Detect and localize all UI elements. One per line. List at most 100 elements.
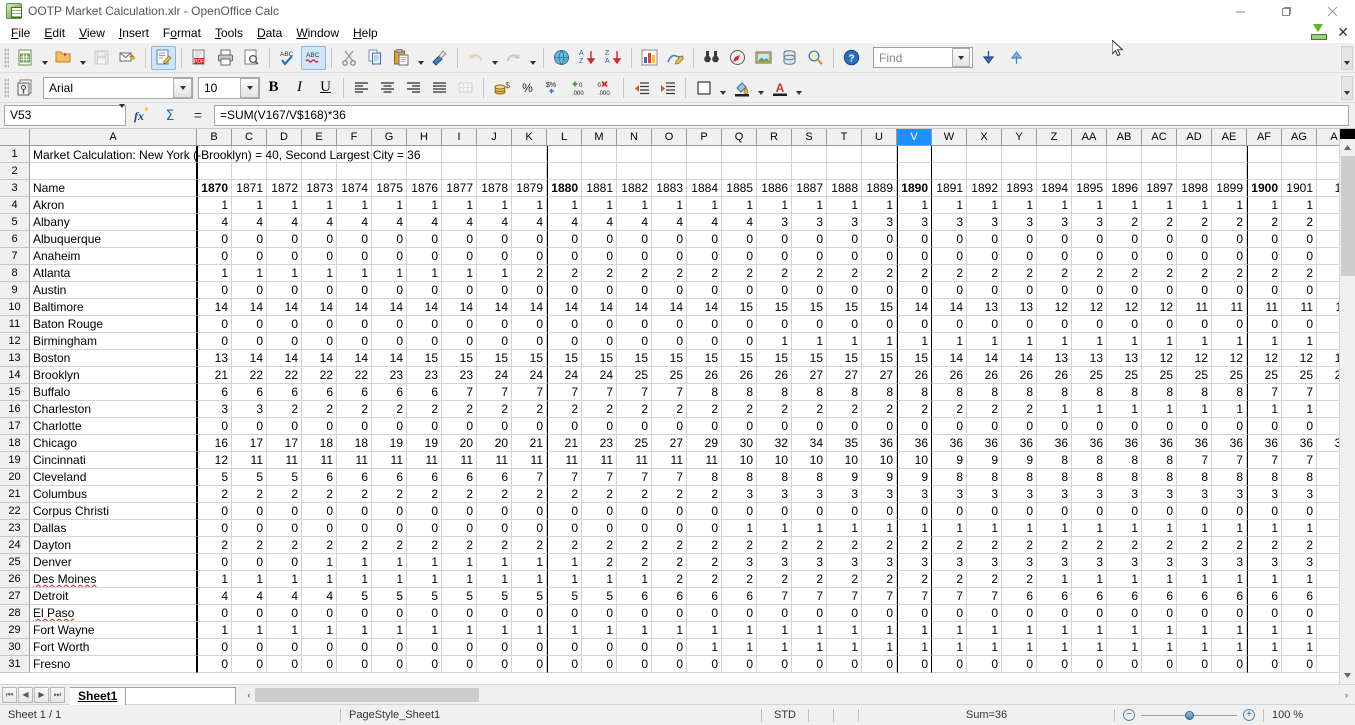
grid-cell[interactable]: 3 — [932, 554, 967, 571]
grid-cell[interactable]: 0 — [267, 282, 302, 299]
grid-cell[interactable]: Atlanta — [30, 265, 197, 282]
grid-cell[interactable]: 2 — [827, 265, 862, 282]
grid-cell[interactable]: 14 — [932, 350, 967, 367]
grid-cell[interactable]: 25 — [652, 367, 687, 384]
grid-cell[interactable]: 0 — [442, 656, 477, 673]
grid-cell[interactable]: 1 — [407, 622, 442, 639]
grid-cell[interactable]: 2 — [267, 537, 302, 554]
grid-cell[interactable]: Albuquerque — [30, 231, 197, 248]
grid-cell[interactable]: 0 — [617, 282, 652, 299]
toolbar-grip[interactable] — [4, 48, 9, 68]
grid-cell[interactable]: Charlotte — [30, 418, 197, 435]
grid-cell[interactable]: 1875 — [372, 180, 407, 197]
grid-cell[interactable]: 0 — [757, 605, 792, 622]
grid-cell[interactable]: 26 — [967, 367, 1002, 384]
grid-cell[interactable]: 1 — [1247, 639, 1282, 656]
grid-cell[interactable]: 1 — [477, 197, 512, 214]
grid-cell[interactable]: 0 — [1002, 418, 1037, 435]
grid-cell[interactable]: 0 — [582, 248, 617, 265]
grid-cell[interactable]: 1 — [582, 197, 617, 214]
grid-cell[interactable]: 13 — [1107, 350, 1142, 367]
grid-cell[interactable]: 4 — [442, 214, 477, 231]
grid-cell[interactable]: 0 — [722, 248, 757, 265]
grid-cell[interactable]: 1 — [407, 554, 442, 571]
column-header-af[interactable]: AF — [1247, 129, 1282, 146]
column-header-n[interactable]: N — [617, 129, 652, 146]
row-header-21[interactable]: 21 — [0, 486, 30, 503]
grid-cell[interactable]: 11 — [512, 452, 547, 469]
grid-cell[interactable]: 0 — [722, 333, 757, 350]
grid-cell[interactable]: 1 — [967, 639, 1002, 656]
grid-cell[interactable]: 0 — [862, 418, 897, 435]
grid-cell[interactable]: 0 — [617, 639, 652, 656]
menu-window[interactable]: Window — [289, 24, 346, 42]
grid-cell[interactable]: 0 — [407, 418, 442, 435]
grid-cell[interactable]: 1 — [442, 554, 477, 571]
grid-cell[interactable]: 27 — [652, 435, 687, 452]
grid-cell[interactable]: 0 — [302, 231, 337, 248]
grid-cell[interactable]: 15 — [862, 299, 897, 316]
grid-cell[interactable]: 0 — [302, 503, 337, 520]
grid-cell[interactable]: 2 — [617, 554, 652, 571]
grid-cell[interactable]: 5 — [582, 588, 617, 605]
grid-cell[interactable]: 3 — [897, 214, 932, 231]
grid-cell[interactable]: 2 — [1107, 537, 1142, 554]
grid-cell[interactable]: 7 — [512, 384, 547, 401]
grid-cell[interactable]: 1872 — [267, 180, 302, 197]
grid-cell[interactable]: 0 — [1107, 282, 1142, 299]
grid-cell[interactable]: 3 — [197, 401, 232, 418]
grid-cell[interactable]: Dayton — [30, 537, 197, 554]
grid-cell[interactable]: 15 — [897, 350, 932, 367]
grid-cell[interactable]: 36 — [932, 435, 967, 452]
grid-cell[interactable]: 0 — [267, 554, 302, 571]
grid-cell[interactable]: 2 — [1212, 265, 1247, 282]
grid-cell[interactable]: 7 — [1247, 384, 1282, 401]
grid-cell[interactable]: 0 — [1142, 282, 1177, 299]
grid-cell[interactable]: 4 — [267, 588, 302, 605]
grid-cell[interactable]: 0 — [407, 656, 442, 673]
grid-cell[interactable]: 36 — [1002, 435, 1037, 452]
grid-cell[interactable]: 0 — [652, 282, 687, 299]
grid-cell[interactable]: 4 — [582, 214, 617, 231]
grid-cell[interactable]: 12 — [1212, 350, 1247, 367]
grid-cell[interactable]: 0 — [267, 316, 302, 333]
redo-dropdown-icon[interactable] — [527, 46, 538, 70]
grid-cell[interactable]: 0 — [1107, 248, 1142, 265]
grid-cell[interactable]: 14 — [477, 299, 512, 316]
grid-cell[interactable]: 36 — [1247, 435, 1282, 452]
grid-cell[interactable]: 7 — [652, 384, 687, 401]
grid-cell[interactable]: 8 — [827, 384, 862, 401]
grid-cell[interactable]: 0 — [547, 248, 582, 265]
insert-image-icon[interactable] — [751, 46, 776, 70]
column-header-y[interactable]: Y — [1002, 129, 1037, 146]
grid-cell[interactable]: 0 — [1282, 656, 1317, 673]
column-header-e[interactable]: E — [302, 129, 337, 146]
grid-cell[interactable]: 0 — [302, 282, 337, 299]
grid-cell[interactable]: 1 — [967, 333, 1002, 350]
grid-cell[interactable]: 36 — [1072, 435, 1107, 452]
delete-decimal-icon[interactable]: 0 .000 — [593, 76, 618, 100]
grid-cell[interactable]: 0 — [1282, 503, 1317, 520]
grid-cell[interactable]: 11 — [582, 452, 617, 469]
grid-cell[interactable]: 0 — [407, 503, 442, 520]
grid-cell[interactable]: 0 — [617, 656, 652, 673]
grid-cell[interactable]: 3 — [792, 554, 827, 571]
grid-cell[interactable] — [932, 163, 967, 180]
grid-cell[interactable]: 0 — [1002, 231, 1037, 248]
grid-cell[interactable]: 0 — [547, 639, 582, 656]
grid-cell[interactable]: 6 — [1282, 588, 1317, 605]
grid-cell[interactable]: Corpus Christi — [30, 503, 197, 520]
grid-cell[interactable]: 12 — [1177, 350, 1212, 367]
grid-cell[interactable]: 14 — [932, 299, 967, 316]
grid-cell[interactable]: 2 — [617, 486, 652, 503]
grid-cell[interactable]: 8 — [1142, 452, 1177, 469]
grid-cell[interactable] — [1142, 163, 1177, 180]
grid-cell[interactable]: 1 — [1037, 520, 1072, 537]
grid-cell[interactable]: 3 — [967, 554, 1002, 571]
grid-cell[interactable] — [1247, 163, 1282, 180]
background-color-dropdown-icon[interactable] — [755, 76, 766, 100]
grid-cell[interactable] — [1002, 146, 1037, 163]
grid-cell[interactable]: 0 — [967, 231, 1002, 248]
grid-cell[interactable]: 0 — [1212, 248, 1247, 265]
grid-cell[interactable]: 2 — [722, 537, 757, 554]
